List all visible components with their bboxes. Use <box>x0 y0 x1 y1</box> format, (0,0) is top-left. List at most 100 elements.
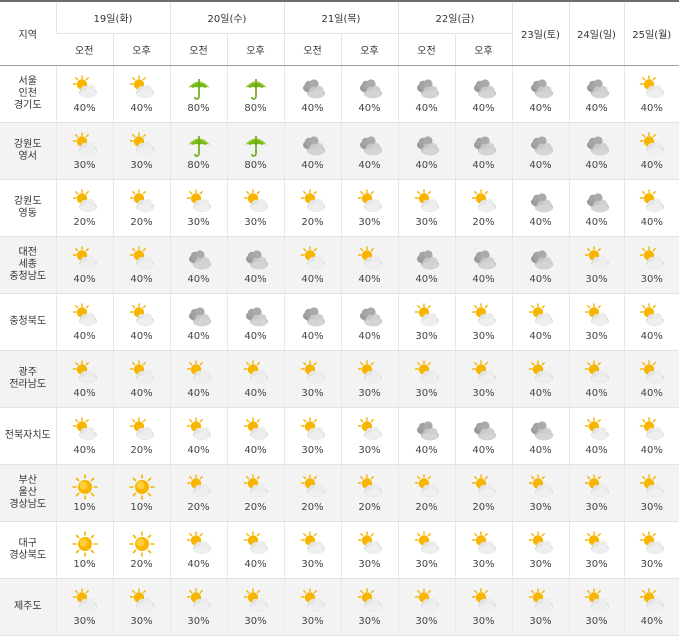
precip-probability: 40% <box>529 445 552 456</box>
header-row-days: 지역 19일(화) 20일(수) 21일(목) 22일(금) 23일(토) 24… <box>0 0 679 66</box>
forecast-cell: 20% <box>283 179 341 237</box>
precip-probability: 40% <box>73 331 96 342</box>
region-row: 서울 인천 경기도 40% 40% 80% 80% 40% 40% 40% 40% 40% 40% 40% <box>0 65 679 123</box>
region-row: 강원도 영서 30% 30% 80% 80% 40% 40% 40% 40% 40% 40% 40% <box>0 122 679 180</box>
precip-probability: 40% <box>585 217 608 228</box>
forecast-cell: 40% <box>340 122 398 180</box>
forecast-cell: 30% <box>283 350 341 408</box>
partly-cloudy-icon <box>582 587 612 615</box>
precip-probability: 30% <box>187 217 210 228</box>
partly-cloudy-icon <box>637 74 667 102</box>
forecast-cell: 30% <box>340 350 398 408</box>
forecast-cell: 30% <box>169 179 227 237</box>
precip-probability: 30% <box>585 616 608 627</box>
partly-cloudy-icon <box>298 359 328 387</box>
region-name: 광주 전라남도 <box>0 350 56 408</box>
forecast-cell: 40% <box>568 350 624 408</box>
precip-probability: 40% <box>415 274 438 285</box>
precip-probability: 40% <box>301 103 324 114</box>
forecast-cell: 40% <box>340 65 398 123</box>
forecast-cell: 30% <box>397 578 455 636</box>
forecast-cell: 20% <box>340 464 398 522</box>
precip-probability: 40% <box>640 331 663 342</box>
precip-probability: 30% <box>529 616 552 627</box>
precip-probability: 40% <box>358 160 381 171</box>
precip-probability: 30% <box>301 616 324 627</box>
partly-cloudy-icon <box>582 530 612 558</box>
umbrella-rain-icon <box>184 74 214 102</box>
precip-probability: 20% <box>130 217 153 228</box>
partly-cloudy-icon <box>355 245 385 273</box>
precip-probability: 30% <box>640 502 663 513</box>
forecast-cell: 40% <box>226 350 284 408</box>
region-name: 대전 세종 충청남도 <box>0 236 56 294</box>
region-name-line: 대전 <box>18 247 37 258</box>
partly-cloudy-icon <box>469 188 499 216</box>
precip-probability: 80% <box>187 103 210 114</box>
day-header: 22일(금) <box>397 0 512 34</box>
region-name-line: 영서 <box>18 151 37 162</box>
precip-probability: 40% <box>640 160 663 171</box>
forecast-cell: 40% <box>340 236 398 294</box>
partly-cloudy-icon <box>469 302 499 330</box>
forecast-cell: 40% <box>112 65 170 123</box>
precip-probability: 30% <box>585 274 608 285</box>
forecast-cell: 40% <box>568 122 624 180</box>
forecast-cell: 40% <box>623 122 679 180</box>
pm-header: 오후 <box>340 33 398 66</box>
partly-cloudy-icon <box>412 302 442 330</box>
partly-cloudy-icon <box>184 530 214 558</box>
region-row: 충청북도 40% 40% 40% 40% 40% 40% 30% 30% 40% 30% 40% <box>0 293 679 351</box>
forecast-cell: 30% <box>568 293 624 351</box>
forecast-cell: 20% <box>226 464 284 522</box>
day-header: 20일(수) <box>169 0 284 34</box>
precip-probability: 40% <box>130 103 153 114</box>
forecast-cell: 30% <box>283 521 341 579</box>
partly-cloudy-icon <box>184 188 214 216</box>
precip-probability: 30% <box>244 217 267 228</box>
cloudy-icon <box>526 131 556 159</box>
precip-probability: 40% <box>301 331 324 342</box>
partly-cloudy-icon <box>526 359 556 387</box>
precip-probability: 30% <box>358 616 381 627</box>
precip-probability: 10% <box>130 502 153 513</box>
forecast-cell: 30% <box>397 293 455 351</box>
region-name-line: 세종 <box>18 259 37 270</box>
forecast-cell: 40% <box>226 521 284 579</box>
precip-probability: 30% <box>358 559 381 570</box>
precip-probability: 40% <box>187 331 210 342</box>
forecast-cell: 40% <box>511 179 569 237</box>
precip-probability: 40% <box>244 388 267 399</box>
forecast-cell: 20% <box>112 407 170 465</box>
precip-probability: 30% <box>358 445 381 456</box>
cloudy-icon <box>469 74 499 102</box>
forecast-cell: 40% <box>568 179 624 237</box>
forecast-cell: 30% <box>623 521 679 579</box>
region-row: 제주도 30% 30% 30% 30% 30% 30% 30% 30% 30% 30% 40% <box>0 578 679 636</box>
partly-cloudy-icon <box>355 530 385 558</box>
precip-probability: 30% <box>358 217 381 228</box>
precip-probability: 40% <box>244 445 267 456</box>
precip-probability: 30% <box>301 559 324 570</box>
region-row: 강원도 영동 20% 20% 30% 30% 20% 30% 30% 20% 40% 40% 40% <box>0 179 679 237</box>
region-header: 지역 <box>0 0 56 66</box>
precip-probability: 40% <box>73 388 96 399</box>
sun-icon <box>127 473 157 501</box>
partly-cloudy-icon <box>412 473 442 501</box>
precip-probability: 30% <box>640 559 663 570</box>
forecast-cell: 80% <box>169 122 227 180</box>
pm-header: 오후 <box>454 33 512 66</box>
precip-probability: 30% <box>415 388 438 399</box>
day-header: 19일(화) <box>55 0 170 34</box>
precip-probability: 30% <box>73 160 96 171</box>
precip-probability: 40% <box>244 274 267 285</box>
forecast-cell: 40% <box>568 65 624 123</box>
partly-cloudy-icon <box>127 131 157 159</box>
cloudy-icon <box>412 416 442 444</box>
region-name-line: 서울 <box>18 76 37 87</box>
forecast-cell: 30% <box>623 464 679 522</box>
partly-cloudy-icon <box>582 302 612 330</box>
forecast-cell: 10% <box>55 464 113 522</box>
forecast-cell: 40% <box>397 236 455 294</box>
forecast-cell: 40% <box>454 65 512 123</box>
